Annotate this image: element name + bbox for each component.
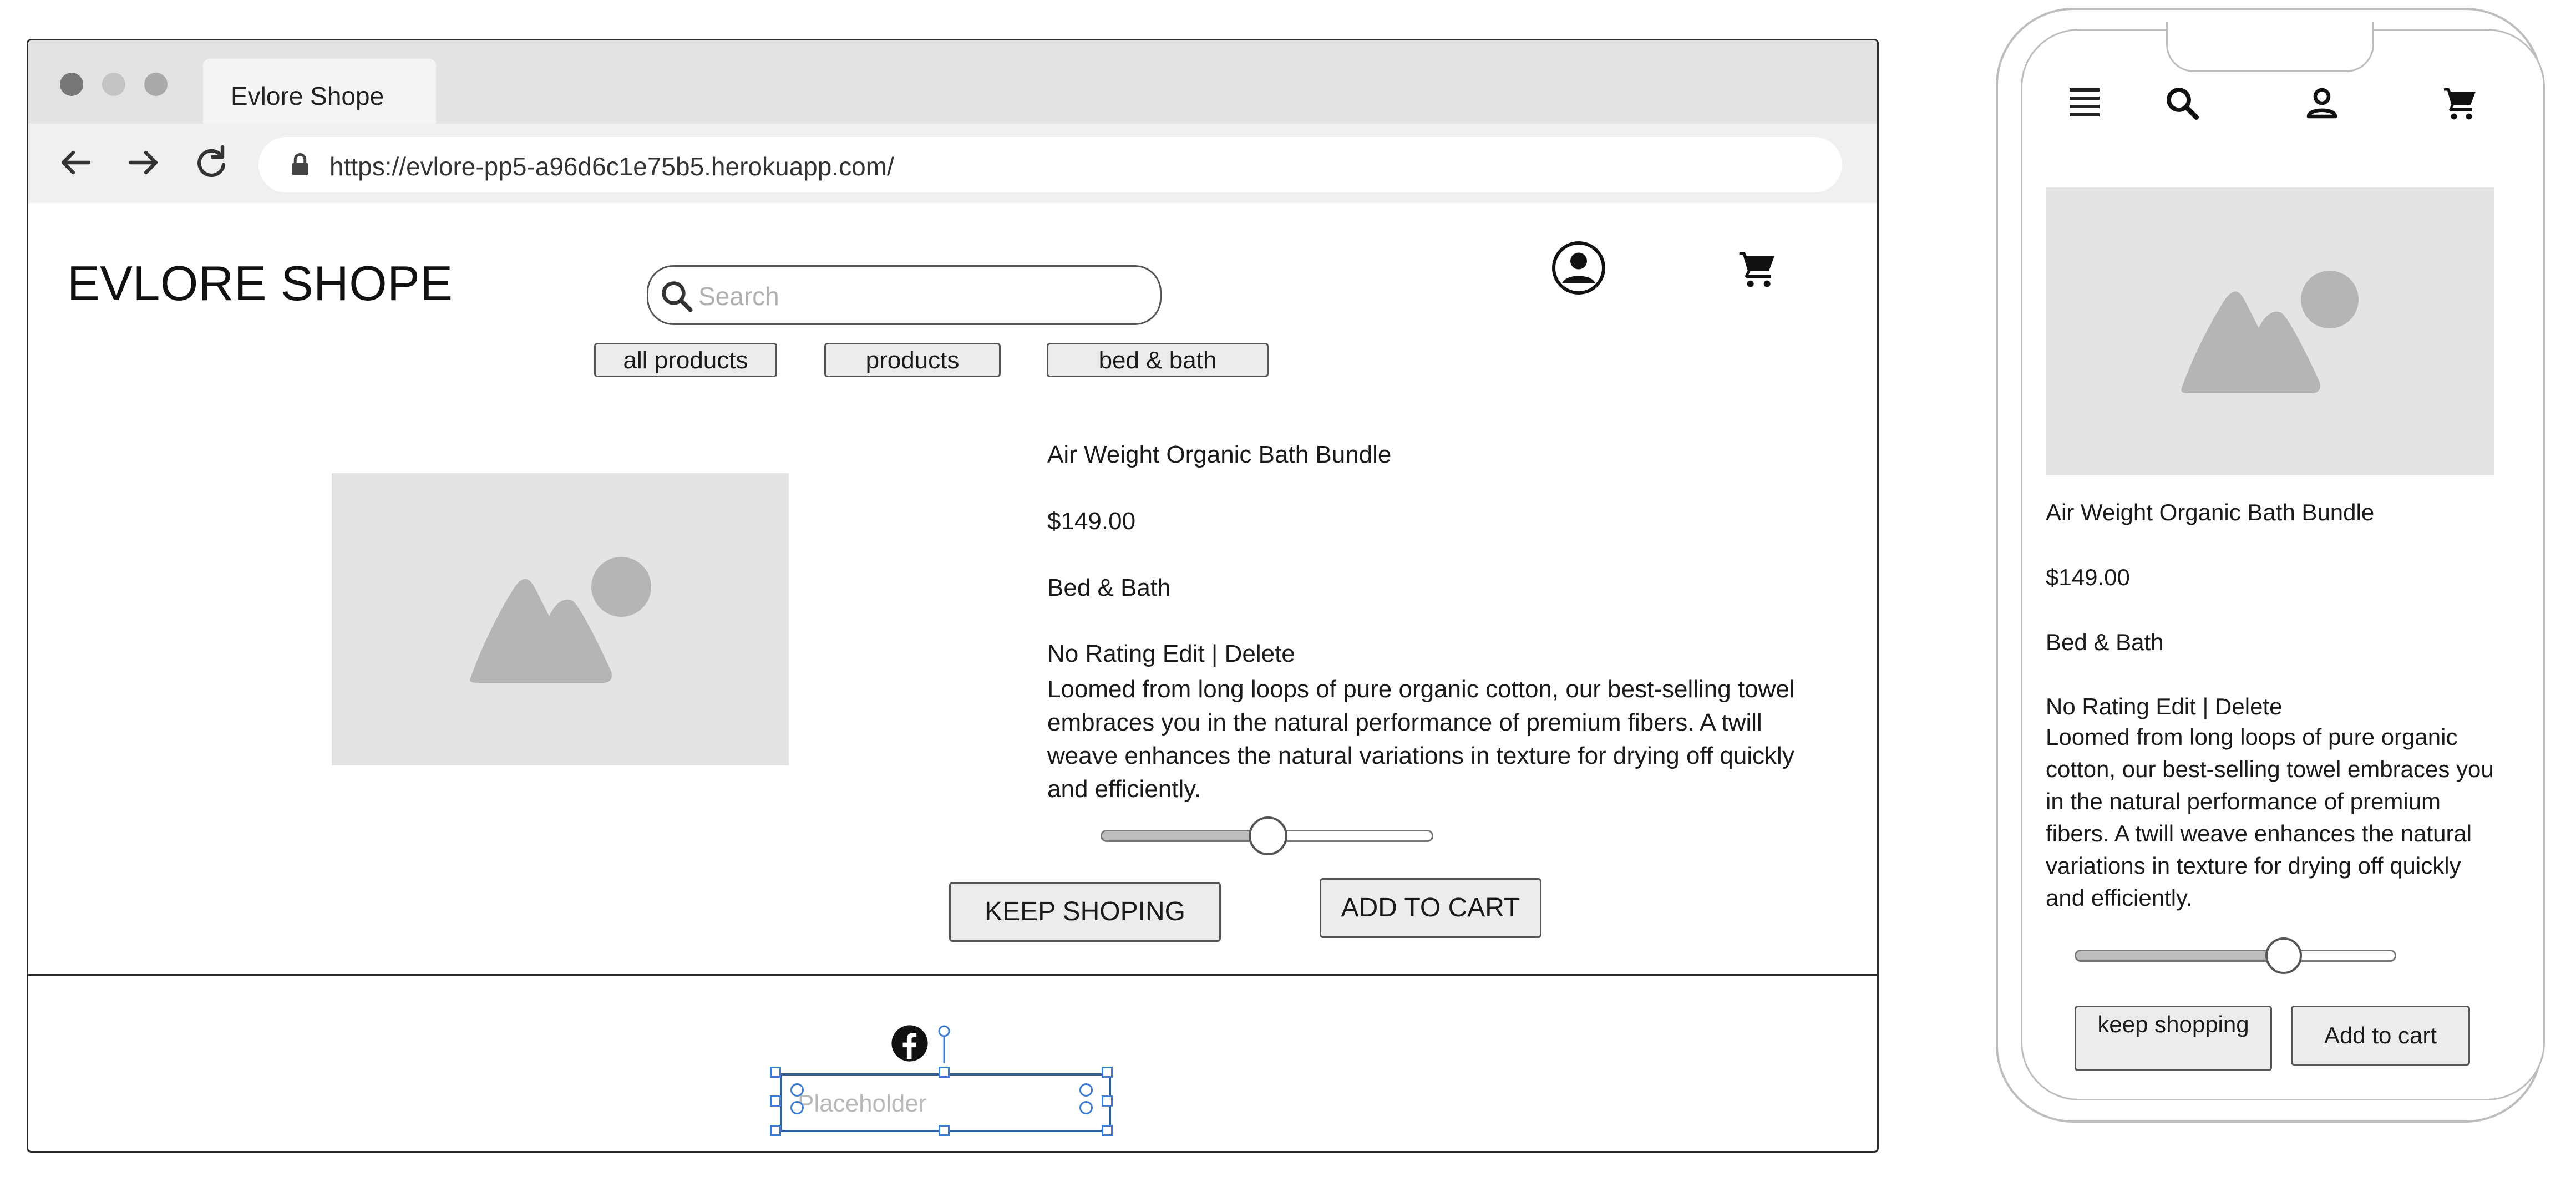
mobile-product-category: Bed & Bath — [2046, 629, 2164, 655]
maximize-dot[interactable] — [144, 73, 168, 96]
cart-icon[interactable] — [2441, 83, 2481, 123]
footer-divider — [28, 974, 1877, 976]
mobile-product-rating-actions[interactable]: No Rating Edit | Delete — [2046, 693, 2282, 720]
minimize-dot[interactable] — [102, 73, 125, 96]
cart-icon[interactable] — [1736, 247, 1780, 291]
close-dot[interactable] — [60, 73, 83, 96]
desktop-browser-window: Evlore Shope https://evlore-pp5-a96d6c1e… — [27, 39, 1879, 1153]
forward-arrow-icon[interactable] — [121, 140, 166, 185]
resize-handle[interactable] — [939, 1125, 950, 1136]
menu-icon[interactable] — [2065, 83, 2105, 123]
resize-handle[interactable] — [1102, 1095, 1113, 1107]
category-button-all-products[interactable]: all products — [594, 343, 777, 377]
mobile-notch — [2166, 22, 2374, 72]
facebook-icon[interactable] — [891, 1024, 929, 1062]
mobile-keep-shopping-button[interactable]: keep shopping — [2075, 1006, 2272, 1071]
search-box[interactable] — [647, 265, 1162, 325]
account-icon[interactable] — [2302, 83, 2342, 123]
image-placeholder-icon — [2181, 271, 2359, 393]
resize-handle[interactable] — [1102, 1067, 1113, 1078]
address-bar: https://evlore-pp5-a96d6c1e75b5.herokuap… — [28, 124, 1877, 203]
search-icon[interactable] — [2162, 83, 2202, 123]
anchor-point-icon[interactable] — [790, 1083, 804, 1097]
quantity-slider-thumb[interactable] — [1249, 816, 1287, 855]
mobile-product-description: Loomed from long loops of pure organic c… — [2046, 724, 2494, 911]
url-field[interactable]: https://evlore-pp5-a96d6c1e75b5.herokuap… — [258, 137, 1842, 192]
selection-anchor-icon — [938, 1025, 950, 1063]
image-placeholder-icon — [470, 557, 651, 683]
anchor-point-icon[interactable] — [1079, 1083, 1093, 1097]
product-image — [332, 473, 789, 765]
footer-placeholder-field[interactable]: Placeholder — [780, 1073, 1111, 1132]
search-icon — [662, 281, 693, 312]
site-title[interactable]: EVLORE SHOPE — [67, 255, 453, 312]
mobile-quantity-slider-fill — [2076, 951, 2281, 960]
mobile-quantity-slider-thumb[interactable] — [2265, 937, 2302, 974]
add-to-cart-button[interactable]: ADD TO CART — [1320, 878, 1541, 938]
search-input[interactable] — [697, 279, 1121, 313]
account-icon[interactable] — [1551, 240, 1606, 296]
category-button-products[interactable]: products — [824, 343, 1001, 377]
mobile-product-name: Air Weight Organic Bath Bundle — [2046, 499, 2375, 525]
resize-handle[interactable] — [770, 1067, 781, 1078]
quantity-slider-fill — [1102, 831, 1269, 840]
url-text: https://evlore-pp5-a96d6c1e75b5.herokuap… — [329, 152, 894, 181]
anchor-point-icon[interactable] — [790, 1101, 804, 1114]
mobile-product-image — [2046, 187, 2494, 475]
product-price: $149.00 — [1047, 508, 1136, 535]
resize-handle[interactable] — [1102, 1125, 1113, 1136]
mobile-product-price: $149.00 — [2046, 564, 2130, 590]
back-arrow-icon[interactable] — [53, 140, 98, 185]
resize-handle[interactable] — [770, 1095, 781, 1107]
browser-tab-title: Evlore Shope — [231, 82, 384, 110]
product-description: Loomed from long loops of pure organic c… — [1047, 676, 1795, 803]
lock-icon — [292, 153, 308, 175]
resize-handle[interactable] — [939, 1067, 950, 1078]
reload-icon[interactable] — [189, 140, 234, 185]
tab-bar: Evlore Shope — [28, 40, 1877, 124]
product-category: Bed & Bath — [1047, 574, 1171, 601]
footer-placeholder-text: Placeholder — [798, 1090, 927, 1117]
anchor-point-icon[interactable] — [1079, 1101, 1093, 1114]
category-button-bed-bath[interactable]: bed & bath — [1047, 343, 1269, 377]
product-rating-actions[interactable]: No Rating Edit | Delete — [1047, 640, 1295, 668]
browser-tab[interactable]: Evlore Shope — [203, 59, 436, 124]
product-name: Air Weight Organic Bath Bundle — [1047, 441, 1392, 468]
keep-shopping-button[interactable]: KEEP SHOPING — [949, 882, 1221, 942]
resize-handle[interactable] — [770, 1125, 781, 1136]
mobile-add-to-cart-button[interactable]: Add to cart — [2291, 1006, 2470, 1066]
